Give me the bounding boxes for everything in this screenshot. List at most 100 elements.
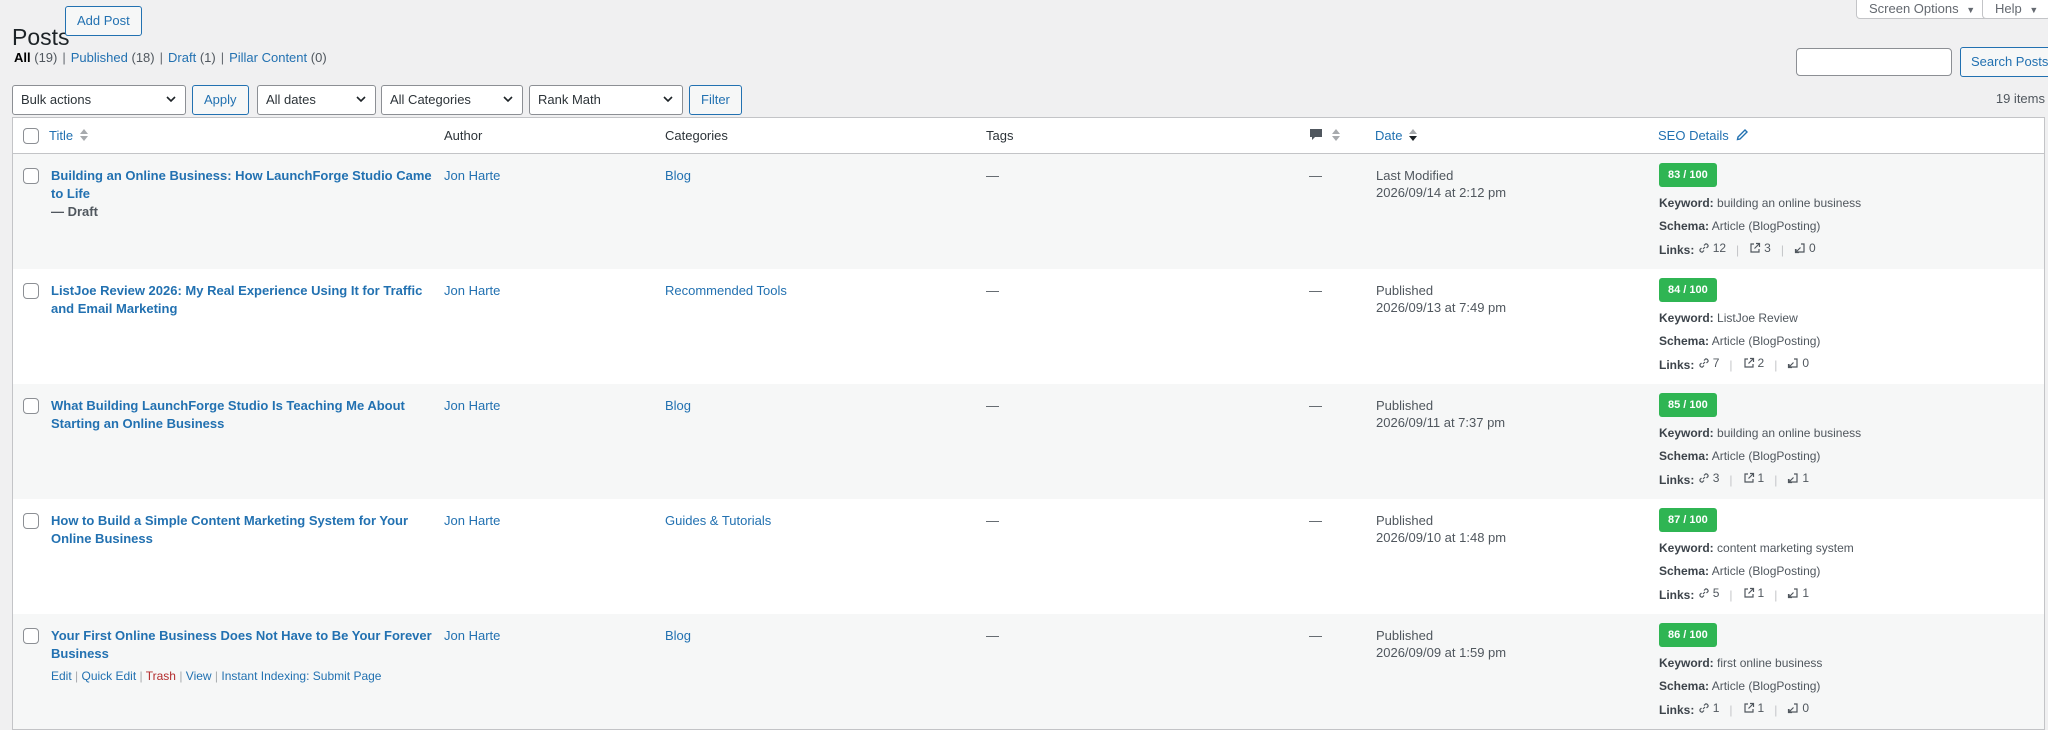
seo-score-badge[interactable]: 87 / 100 bbox=[1659, 508, 1717, 532]
seo-details-cell: 86 / 100 Keyword: first online business … bbox=[1659, 623, 2039, 717]
bulk-actions-select[interactable]: Bulk actions bbox=[12, 85, 186, 115]
search-input[interactable] bbox=[1796, 48, 1952, 76]
rank-math-value: Rank Math bbox=[538, 92, 601, 107]
date-cell: Published 2026/09/10 at 1:48 pm bbox=[1376, 512, 1506, 546]
author-link[interactable]: Jon Harte bbox=[444, 282, 500, 300]
post-title-link[interactable]: What Building LaunchForge Studio Is Teac… bbox=[51, 398, 405, 431]
post-title-link[interactable]: Your First Online Business Does Not Have… bbox=[51, 628, 432, 661]
trash-link[interactable]: Trash bbox=[146, 669, 176, 683]
incoming-links-count: 1 bbox=[1802, 471, 1809, 485]
instant-indexing-link[interactable]: Instant Indexing: Submit Page bbox=[221, 669, 381, 683]
rank-math-select[interactable]: Rank Math bbox=[529, 85, 683, 115]
date-status: Published bbox=[1376, 628, 1434, 643]
author-link[interactable]: Jon Harte bbox=[444, 397, 500, 415]
row-checkbox[interactable] bbox=[23, 628, 39, 644]
date-cell: Published 2026/09/13 at 7:49 pm bbox=[1376, 282, 1506, 316]
apply-button[interactable]: Apply bbox=[192, 85, 249, 115]
author-link[interactable]: Jon Harte bbox=[444, 627, 500, 645]
incoming-links-count: 0 bbox=[1802, 356, 1809, 370]
screen-options-tab[interactable]: Screen Options ▼ bbox=[1856, 0, 1989, 19]
schema-label: Schema: bbox=[1659, 564, 1710, 578]
post-title-link[interactable]: Building an Online Business: How LaunchF… bbox=[51, 168, 432, 201]
pencil-icon bbox=[1737, 129, 1749, 141]
dates-select[interactable]: All dates bbox=[257, 85, 376, 115]
tags-value: — bbox=[986, 168, 999, 183]
date-status: Published bbox=[1376, 283, 1434, 298]
categories-select[interactable]: All Categories bbox=[381, 85, 523, 115]
sort-icon bbox=[79, 129, 88, 141]
help-tab[interactable]: Help ▼ bbox=[1982, 0, 2048, 19]
column-seo-label: SEO Details bbox=[1658, 128, 1729, 143]
links-label: Links: bbox=[1659, 473, 1695, 487]
sort-icon bbox=[1331, 129, 1340, 141]
column-comments[interactable] bbox=[1309, 118, 1340, 154]
view-link[interactable]: View bbox=[186, 669, 212, 683]
quick-edit-link[interactable]: Quick Edit bbox=[81, 669, 136, 683]
comments-value: — bbox=[1309, 168, 1322, 183]
date-cell: Published 2026/09/11 at 7:37 pm bbox=[1376, 397, 1505, 431]
schema-label: Schema: bbox=[1659, 449, 1710, 463]
search-posts-button[interactable]: Search Posts bbox=[1960, 47, 2048, 77]
view-all[interactable]: All (19) bbox=[14, 50, 57, 65]
category-link[interactable]: Blog bbox=[665, 627, 691, 645]
date-status: Last Modified bbox=[1376, 168, 1454, 183]
internal-link-icon bbox=[1699, 243, 1709, 253]
incoming-link-icon bbox=[1788, 358, 1798, 369]
view-published[interactable]: Published (18) bbox=[71, 50, 155, 65]
schema-label: Schema: bbox=[1659, 679, 1710, 693]
author-link[interactable]: Jon Harte bbox=[444, 512, 500, 530]
incoming-links-count: 0 bbox=[1802, 701, 1809, 715]
date-status: Published bbox=[1376, 398, 1434, 413]
links-label: Links: bbox=[1659, 588, 1695, 602]
post-status-views: All (19) | Published (18) | Draft (1) | Pillar… bbox=[14, 50, 327, 65]
add-post-button[interactable]: Add Post bbox=[65, 6, 142, 36]
column-tags: Tags bbox=[986, 128, 1014, 143]
date-status: Published bbox=[1376, 513, 1434, 528]
comments-value: — bbox=[1309, 513, 1322, 528]
filter-button[interactable]: Filter bbox=[689, 85, 742, 115]
select-all-checkbox[interactable] bbox=[23, 128, 39, 144]
keyword-value: first online business bbox=[1717, 656, 1823, 670]
caret-down-icon: ▼ bbox=[2029, 5, 2039, 15]
row-checkbox[interactable] bbox=[23, 283, 39, 299]
edit-link[interactable]: Edit bbox=[51, 669, 72, 683]
internal-link-icon bbox=[1699, 473, 1709, 483]
internal-links-count: 12 bbox=[1712, 241, 1727, 255]
post-state: — Draft bbox=[51, 204, 98, 219]
table-row: Your First Online Business Does Not Have… bbox=[13, 614, 2044, 729]
schema-value: Article (BlogPosting) bbox=[1711, 679, 1821, 693]
seo-score-badge[interactable]: 86 / 100 bbox=[1659, 623, 1717, 647]
keyword-value: building an online business bbox=[1717, 196, 1862, 210]
row-checkbox[interactable] bbox=[23, 168, 39, 184]
post-title-cell: Your First Online Business Does Not Have… bbox=[51, 627, 436, 685]
external-link-icon bbox=[1743, 357, 1754, 368]
seo-score-badge[interactable]: 83 / 100 bbox=[1659, 163, 1717, 187]
post-title-link[interactable]: How to Build a Simple Content Marketing … bbox=[51, 513, 408, 546]
keyword-label: Keyword: bbox=[1659, 426, 1714, 440]
post-title-link[interactable]: ListJoe Review 2026: My Real Experience … bbox=[51, 283, 422, 316]
column-title[interactable]: Title bbox=[49, 118, 88, 154]
author-link[interactable]: Jon Harte bbox=[444, 167, 500, 185]
links-label: Links: bbox=[1659, 358, 1695, 372]
category-link[interactable]: Blog bbox=[665, 167, 691, 185]
page-title: Posts bbox=[12, 24, 70, 51]
category-link[interactable]: Blog bbox=[665, 397, 691, 415]
row-checkbox[interactable] bbox=[23, 398, 39, 414]
seo-score-badge[interactable]: 85 / 100 bbox=[1659, 393, 1717, 417]
seo-score-badge[interactable]: 84 / 100 bbox=[1659, 278, 1717, 302]
bulk-actions-value: Bulk actions bbox=[21, 92, 92, 107]
view-draft[interactable]: Draft (1) bbox=[168, 50, 216, 65]
comments-value: — bbox=[1309, 628, 1322, 643]
category-link[interactable]: Guides & Tutorials bbox=[665, 512, 771, 530]
column-title-label: Title bbox=[49, 128, 74, 143]
view-pillar-content[interactable]: Pillar Content (0) bbox=[229, 50, 327, 65]
chevron-down-icon bbox=[166, 96, 176, 103]
category-link[interactable]: Recommended Tools bbox=[665, 282, 787, 300]
incoming-link-icon bbox=[1788, 588, 1798, 599]
row-checkbox[interactable] bbox=[23, 513, 39, 529]
column-seo-details[interactable]: SEO Details bbox=[1658, 118, 1749, 154]
keyword-value: ListJoe Review bbox=[1717, 311, 1798, 325]
post-title-cell: ListJoe Review 2026: My Real Experience … bbox=[51, 282, 436, 318]
external-link-icon bbox=[1743, 472, 1754, 483]
column-date[interactable]: Date bbox=[1375, 118, 1418, 154]
